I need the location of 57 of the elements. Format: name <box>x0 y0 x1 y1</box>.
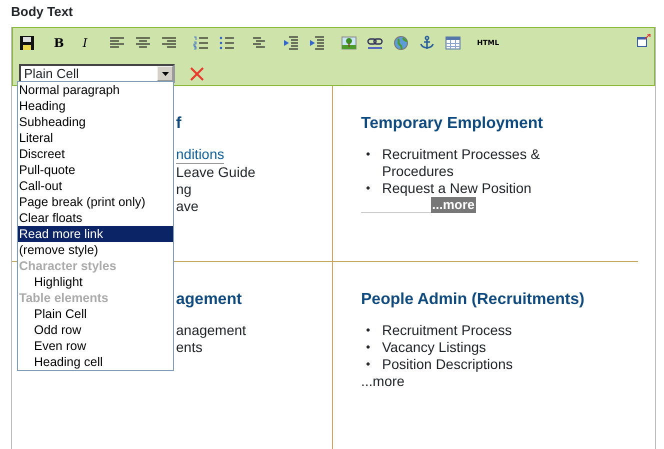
dropdown-option[interactable]: Heading cell <box>18 354 173 370</box>
link[interactable]: nditions <box>176 146 224 164</box>
bullet-list-icon[interactable] <box>219 34 235 52</box>
close-icon[interactable] <box>189 66 205 82</box>
image-icon[interactable] <box>341 34 357 52</box>
numbered-list-icon[interactable] <box>193 34 209 52</box>
bullet: • <box>365 356 372 373</box>
cell-heading: Temporary Employment <box>361 114 544 133</box>
option-group-label: Character styles <box>18 258 118 274</box>
select-value: Plain Cell <box>24 64 79 83</box>
list-item: anagement <box>176 322 246 339</box>
dropdown-option[interactable]: Subheading <box>18 114 173 130</box>
globe-icon[interactable] <box>393 34 409 52</box>
cell-heading: agement <box>176 290 243 309</box>
dropdown-option[interactable]: Literal <box>18 130 173 146</box>
italic-button[interactable]: I <box>77 34 93 52</box>
list-item: Recruitment Processes & Procedures <box>382 146 541 180</box>
dropdown-option[interactable]: Plain Cell <box>18 306 173 322</box>
list-item: Position Descriptions <box>382 356 513 373</box>
dropdown-option[interactable]: Even row <box>18 338 173 354</box>
list-item: ng <box>176 181 192 198</box>
outdent-icon[interactable] <box>283 34 299 52</box>
bullet: • <box>365 339 372 356</box>
dropdown-option[interactable]: Heading <box>18 98 173 114</box>
anchor-icon[interactable] <box>419 34 435 52</box>
option-group-label: Table elements <box>18 290 110 306</box>
style-select[interactable]: Plain Cell <box>19 64 175 83</box>
indent-icon[interactable] <box>309 34 325 52</box>
list-item: Leave Guide <box>176 164 256 181</box>
list-item: ave <box>176 198 199 215</box>
dropdown-option[interactable]: Read more link <box>18 226 173 242</box>
dropdown-option[interactable]: (remove style) <box>18 242 173 258</box>
list-item: Vacancy Listings <box>382 339 486 356</box>
dropdown-option[interactable]: Page break (print only) <box>18 194 173 210</box>
more-link[interactable]: ...more <box>431 197 476 213</box>
dropdown-arrow-icon <box>162 72 168 76</box>
cell-heading: People Admin (Recruitments) <box>361 290 586 309</box>
bullet: • <box>365 322 372 339</box>
cell-heading: f <box>176 114 182 133</box>
table-icon[interactable] <box>445 34 461 52</box>
bullet: • <box>365 146 372 163</box>
dropdown-option[interactable]: Odd row <box>18 322 173 338</box>
list-item: Request a New Position <box>382 180 532 197</box>
fullscreen-icon[interactable] <box>637 34 651 47</box>
list-item: ents <box>176 339 202 356</box>
field-label: Body Text <box>10 3 74 21</box>
list-item: Recruitment Process <box>382 322 512 339</box>
dropdown-option[interactable]: Discreet <box>18 146 173 162</box>
bullet: • <box>365 180 372 197</box>
dropdown-option[interactable]: Clear floats <box>18 210 173 226</box>
dropdown-option[interactable]: Call-out <box>18 178 173 194</box>
dropdown-option[interactable]: Pull-quote <box>18 162 173 178</box>
dropdown-option[interactable]: Normal paragraph <box>18 82 173 98</box>
bold-button[interactable]: B <box>51 34 67 52</box>
dropdown-option[interactable]: Highlight <box>18 274 173 290</box>
save-icon[interactable] <box>19 34 35 52</box>
more-link[interactable]: ...more <box>361 373 405 390</box>
